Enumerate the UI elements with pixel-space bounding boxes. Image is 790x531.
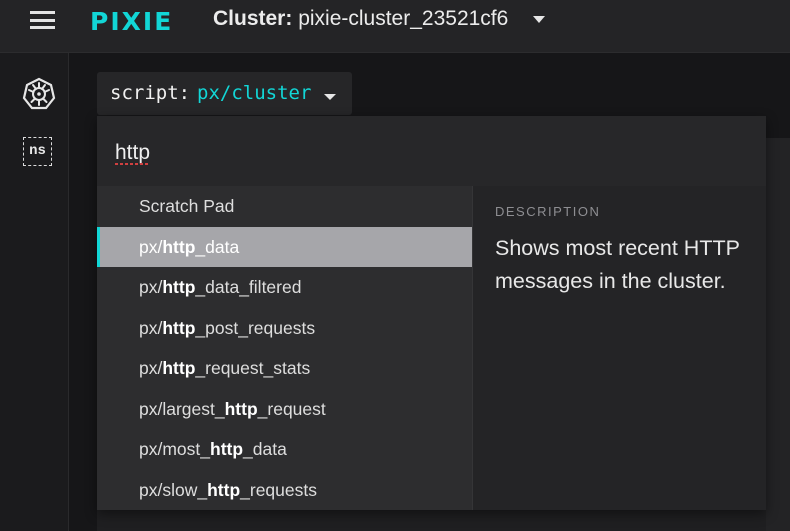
search-input[interactable] bbox=[115, 138, 715, 168]
item-suffix: _requests bbox=[240, 480, 317, 500]
list-item-http-data[interactable]: px/http_data bbox=[97, 227, 472, 267]
script-command-palette: Scratch Pad px/http_data px/http_data_fi… bbox=[97, 116, 766, 510]
list-item-http-data-filtered[interactable]: px/http_data_filtered bbox=[97, 267, 472, 307]
cluster-selector[interactable]: Cluster: pixie-cluster_23521cf6 bbox=[213, 7, 508, 31]
item-match: http bbox=[162, 318, 196, 338]
item-prefix: Scratch Pad bbox=[139, 196, 235, 216]
description-text: Shows most recent HTTP messages in the c… bbox=[495, 236, 740, 293]
sidebar: ns bbox=[0, 53, 69, 531]
script-list: Scratch Pad px/http_data px/http_data_fi… bbox=[97, 186, 472, 510]
spellcheck-underline bbox=[115, 163, 150, 165]
script-label: script: bbox=[110, 82, 191, 104]
cluster-label: Cluster: bbox=[213, 7, 293, 30]
script-selector-button[interactable]: script: px/cluster bbox=[97, 72, 352, 115]
top-bar: PIXIE Cluster: pixie-cluster_23521cf6 bbox=[0, 0, 790, 53]
list-item-largest-http-request[interactable]: px/largest_http_request bbox=[97, 389, 472, 429]
list-item-most-http-data[interactable]: px/most_http_data bbox=[97, 429, 472, 469]
kubernetes-icon[interactable] bbox=[22, 77, 56, 111]
item-suffix: _data_filtered bbox=[195, 277, 302, 297]
item-prefix: px/ bbox=[139, 358, 163, 378]
description-panel: DESCRIPTION Shows most recent HTTP messa… bbox=[472, 186, 766, 510]
list-item-http-post-requests[interactable]: px/http_post_requests bbox=[97, 308, 472, 348]
item-suffix: _post_requests bbox=[195, 318, 316, 338]
list-item-http-request-stats[interactable]: px/http_request_stats bbox=[97, 348, 472, 388]
live-view-panel bbox=[766, 138, 790, 531]
cluster-name: pixie-cluster_23521cf6 bbox=[292, 7, 509, 30]
item-suffix: _request bbox=[257, 399, 326, 419]
item-match: http bbox=[162, 237, 196, 257]
item-suffix: _data bbox=[243, 439, 287, 459]
item-suffix: _request_stats bbox=[195, 358, 311, 378]
list-item-slow-http-requests[interactable]: px/slow_http_requests bbox=[97, 470, 472, 510]
item-match: http bbox=[210, 439, 244, 459]
pixie-logo[interactable]: PIXIE bbox=[90, 7, 173, 36]
live-view-panel-bottom bbox=[97, 510, 766, 531]
chevron-down-icon bbox=[324, 94, 336, 100]
chevron-down-icon[interactable] bbox=[533, 16, 545, 23]
item-match: http bbox=[162, 277, 196, 297]
item-match: http bbox=[207, 480, 241, 500]
item-suffix: _data bbox=[195, 237, 240, 257]
menu-icon[interactable] bbox=[30, 11, 55, 29]
item-prefix: px/ bbox=[139, 277, 163, 297]
item-prefix: px/ bbox=[139, 318, 163, 338]
item-prefix: px/largest_ bbox=[139, 399, 225, 419]
description-label: DESCRIPTION bbox=[495, 204, 601, 219]
namespace-icon[interactable]: ns bbox=[23, 137, 52, 166]
item-prefix: px/most_ bbox=[139, 439, 210, 459]
item-match: http bbox=[162, 358, 196, 378]
search-area bbox=[97, 116, 766, 186]
item-prefix: px/ bbox=[139, 237, 163, 257]
list-item-scratch-pad[interactable]: Scratch Pad bbox=[97, 186, 472, 226]
item-prefix: px/slow_ bbox=[139, 480, 208, 500]
item-match: http bbox=[224, 399, 258, 419]
script-value: px/cluster bbox=[197, 82, 312, 104]
